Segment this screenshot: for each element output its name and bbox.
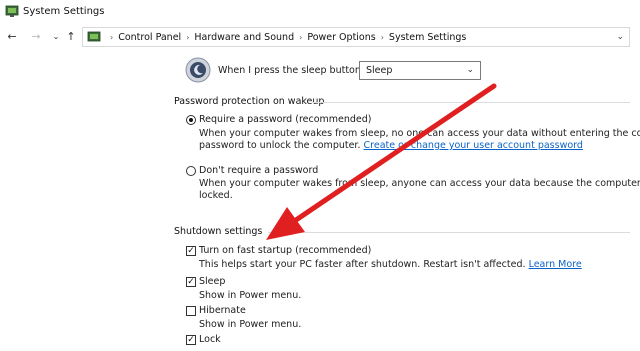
system-settings-icon: [5, 5, 19, 17]
address-bar[interactable]: › Control Panel › Hardware and Sound › Power …: [82, 27, 630, 47]
fast-startup-desc-text: This helps start your PC faster after sh…: [199, 259, 526, 270]
sleep-label[interactable]: Sleep: [199, 276, 225, 287]
sleep-moon-icon: [185, 57, 211, 83]
chevron-down-icon: ⌄: [466, 65, 474, 75]
dont-require-password-desc-line2: locked.: [199, 190, 233, 201]
hibernate-label[interactable]: Hibernate: [199, 305, 246, 316]
section-divider: [268, 232, 630, 233]
lock-label[interactable]: Lock: [199, 334, 221, 345]
title-bar: System Settings: [0, 0, 640, 24]
create-password-link[interactable]: Create or change your user account passw…: [364, 140, 583, 151]
shutdown-section-title: Shutdown settings: [174, 226, 263, 237]
chevron-right-icon[interactable]: ›: [299, 33, 302, 42]
sleep-checkbox[interactable]: ✓: [186, 277, 196, 287]
breadcrumb-power-options[interactable]: Power Options: [307, 32, 375, 43]
hibernate-desc: Show in Power menu.: [199, 319, 302, 330]
sleep-button-select[interactable]: Sleep ⌄: [359, 61, 481, 80]
sleep-button-value: Sleep: [366, 65, 393, 76]
fast-startup-label[interactable]: Turn on fast startup (recommended): [199, 245, 371, 256]
require-password-desc-line1: When your computer wakes from sleep, no …: [199, 128, 640, 139]
navigation-bar: ← → ⌄ ↑ › Control Panel › Hardware and Soun…: [0, 26, 640, 48]
require-password-desc-text: password to unlock the computer.: [199, 140, 361, 151]
breadcrumb-system-settings[interactable]: System Settings: [389, 32, 466, 43]
dont-require-password-label[interactable]: Don't require a password: [199, 165, 318, 176]
dont-require-password-radio[interactable]: [186, 166, 196, 176]
breadcrumb: › Control Panel › Hardware and Sound › Power …: [105, 32, 466, 43]
red-annotation-arrow: [266, 83, 497, 240]
chevron-right-icon[interactable]: ›: [186, 33, 189, 42]
chevron-right-icon: ›: [110, 33, 114, 42]
up-arrow-icon[interactable]: ↑: [64, 30, 78, 44]
control-panel-icon: [87, 31, 101, 42]
fast-startup-desc: This helps start your PC faster after sh…: [199, 259, 582, 272]
hibernate-checkbox[interactable]: [186, 306, 196, 316]
recent-locations-icon[interactable]: ⌄: [49, 30, 63, 44]
breadcrumb-hardware-and-sound[interactable]: Hardware and Sound: [194, 32, 294, 43]
window-title: System Settings: [23, 6, 105, 17]
chevron-down-icon[interactable]: ⌄: [616, 32, 624, 42]
require-password-radio[interactable]: [186, 115, 196, 125]
require-password-desc-line2: password to unlock the computer. Create …: [199, 140, 583, 153]
sleep-button-label: When I press the sleep button:: [218, 65, 365, 76]
learn-more-link[interactable]: Learn More: [529, 259, 582, 270]
lock-checkbox[interactable]: ✓: [186, 335, 196, 345]
require-password-label[interactable]: Require a password (recommended): [199, 114, 372, 125]
fast-startup-checkbox[interactable]: ✓: [186, 246, 196, 256]
section-divider: [312, 102, 630, 103]
chevron-right-icon[interactable]: ›: [381, 33, 384, 42]
sleep-desc: Show in Power menu.: [199, 290, 302, 301]
breadcrumb-control-panel[interactable]: Control Panel: [118, 32, 181, 43]
dont-require-password-desc-line1: When your computer wakes from sleep, any…: [199, 178, 640, 189]
password-section-title: Password protection on wakeup: [174, 96, 325, 107]
forward-arrow-icon[interactable]: →: [29, 30, 43, 44]
back-arrow-icon[interactable]: ←: [5, 30, 19, 44]
